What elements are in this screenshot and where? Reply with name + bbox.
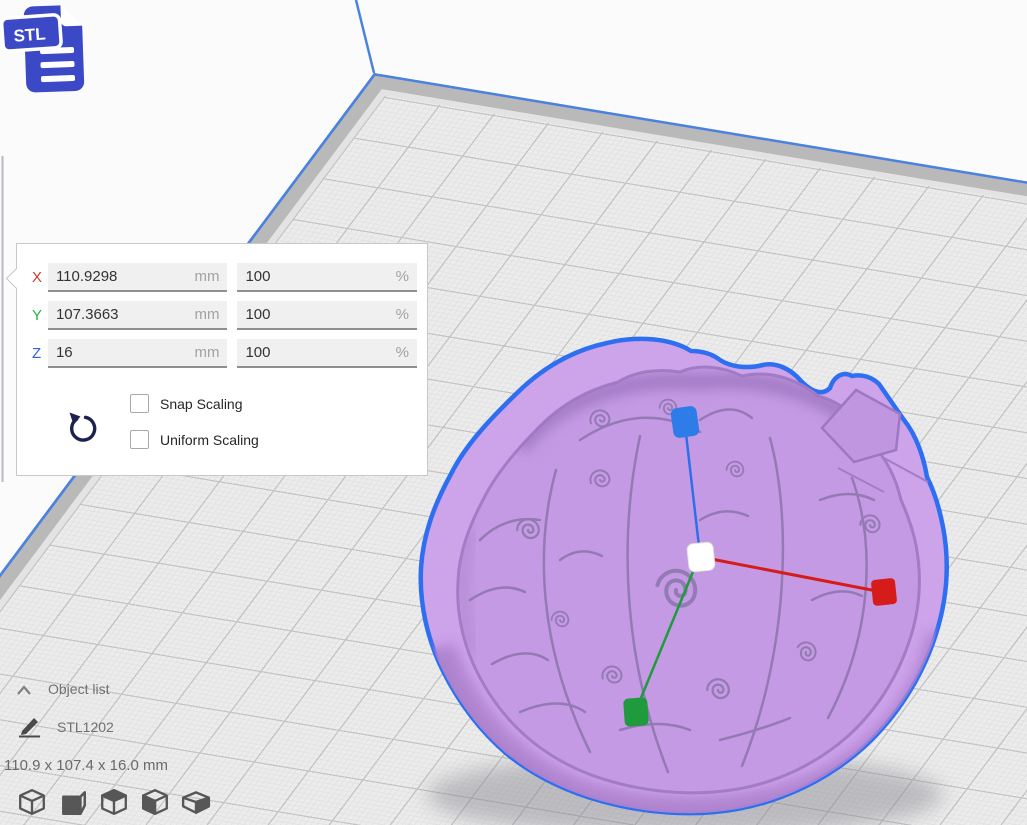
reset-scale-button[interactable] xyxy=(64,410,100,446)
object-list-item[interactable]: STL1202 xyxy=(57,719,114,735)
x-mm-unit: mm xyxy=(194,268,219,285)
object-list-expand-button[interactable] xyxy=(16,683,32,695)
cube-top-icon xyxy=(102,790,126,814)
uniform-scaling-checkbox[interactable] xyxy=(130,430,149,449)
chevron-up-icon xyxy=(18,687,30,694)
scale-row-z: Z 16 mm 100 % xyxy=(17,340,427,367)
z-mm-value: 16 xyxy=(56,344,73,361)
y-mm-unit: mm xyxy=(194,306,219,323)
scale-handle-y[interactable] xyxy=(623,697,649,727)
x-percent-input[interactable]: 100 % xyxy=(237,263,417,292)
scale-handle-center[interactable] xyxy=(687,542,716,573)
snap-scaling-label: Snap Scaling xyxy=(160,396,243,412)
z-percent-value: 100 xyxy=(245,344,270,361)
view-left-button[interactable] xyxy=(140,787,170,817)
cube-left-icon xyxy=(143,790,167,814)
scale-handle-z[interactable] xyxy=(670,405,700,438)
x-mm-input[interactable]: 110.9298 mm xyxy=(48,263,228,292)
cube-right-icon xyxy=(183,792,209,812)
scale-tool-panel: X 110.9298 mm 100 % Y 107.3663 mm 100 % … xyxy=(16,243,428,476)
y-mm-value: 107.3663 xyxy=(56,306,119,323)
z-axis-label: Z xyxy=(32,345,48,362)
slicer-viewport: { "file_icon": { "badge": "STL" }, "scal… xyxy=(0,0,1027,825)
build-volume-corner-edge xyxy=(356,0,374,73)
snap-scaling-checkbox[interactable] xyxy=(130,394,149,413)
model-dimensions-readout: 110.9 x 107.4 x 16.0 mm xyxy=(4,757,168,774)
x-axis-label: X xyxy=(32,269,48,286)
document-fold xyxy=(60,4,83,27)
x-mm-value: 110.9298 xyxy=(56,268,117,285)
cube-front-icon xyxy=(63,792,84,813)
z-mm-unit: mm xyxy=(194,344,219,361)
view-3d-button[interactable] xyxy=(17,787,47,817)
scale-row-x: X 110.9298 mm 100 % xyxy=(17,264,427,291)
stl-badge-text: STL xyxy=(13,24,46,45)
y-axis-label: Y xyxy=(32,307,48,324)
z-percent-input[interactable]: 100 % xyxy=(237,339,417,368)
view-front-button[interactable] xyxy=(58,787,88,817)
scale-handle-x[interactable] xyxy=(871,578,898,606)
cube-3d-icon xyxy=(20,790,44,814)
y-percent-input[interactable]: 100 % xyxy=(237,301,417,330)
x-percent-value: 100 xyxy=(245,268,270,285)
object-list-header: Object list xyxy=(48,681,109,697)
view-top-button[interactable] xyxy=(99,787,129,817)
uniform-scaling-label: Uniform Scaling xyxy=(160,432,259,448)
y-mm-input[interactable]: 107.3663 mm xyxy=(48,301,228,330)
edit-pencil-icon[interactable] xyxy=(17,714,43,738)
x-percent-unit: % xyxy=(396,268,409,285)
z-mm-input[interactable]: 16 mm xyxy=(48,339,228,368)
z-percent-unit: % xyxy=(396,344,409,361)
view-right-button[interactable] xyxy=(181,787,211,817)
scale-row-y: Y 107.3663 mm 100 % xyxy=(17,302,427,329)
y-percent-value: 100 xyxy=(245,306,270,323)
y-percent-unit: % xyxy=(396,306,409,323)
stl-file-icon: STL xyxy=(0,0,95,100)
camera-view-toolbar xyxy=(17,787,211,817)
